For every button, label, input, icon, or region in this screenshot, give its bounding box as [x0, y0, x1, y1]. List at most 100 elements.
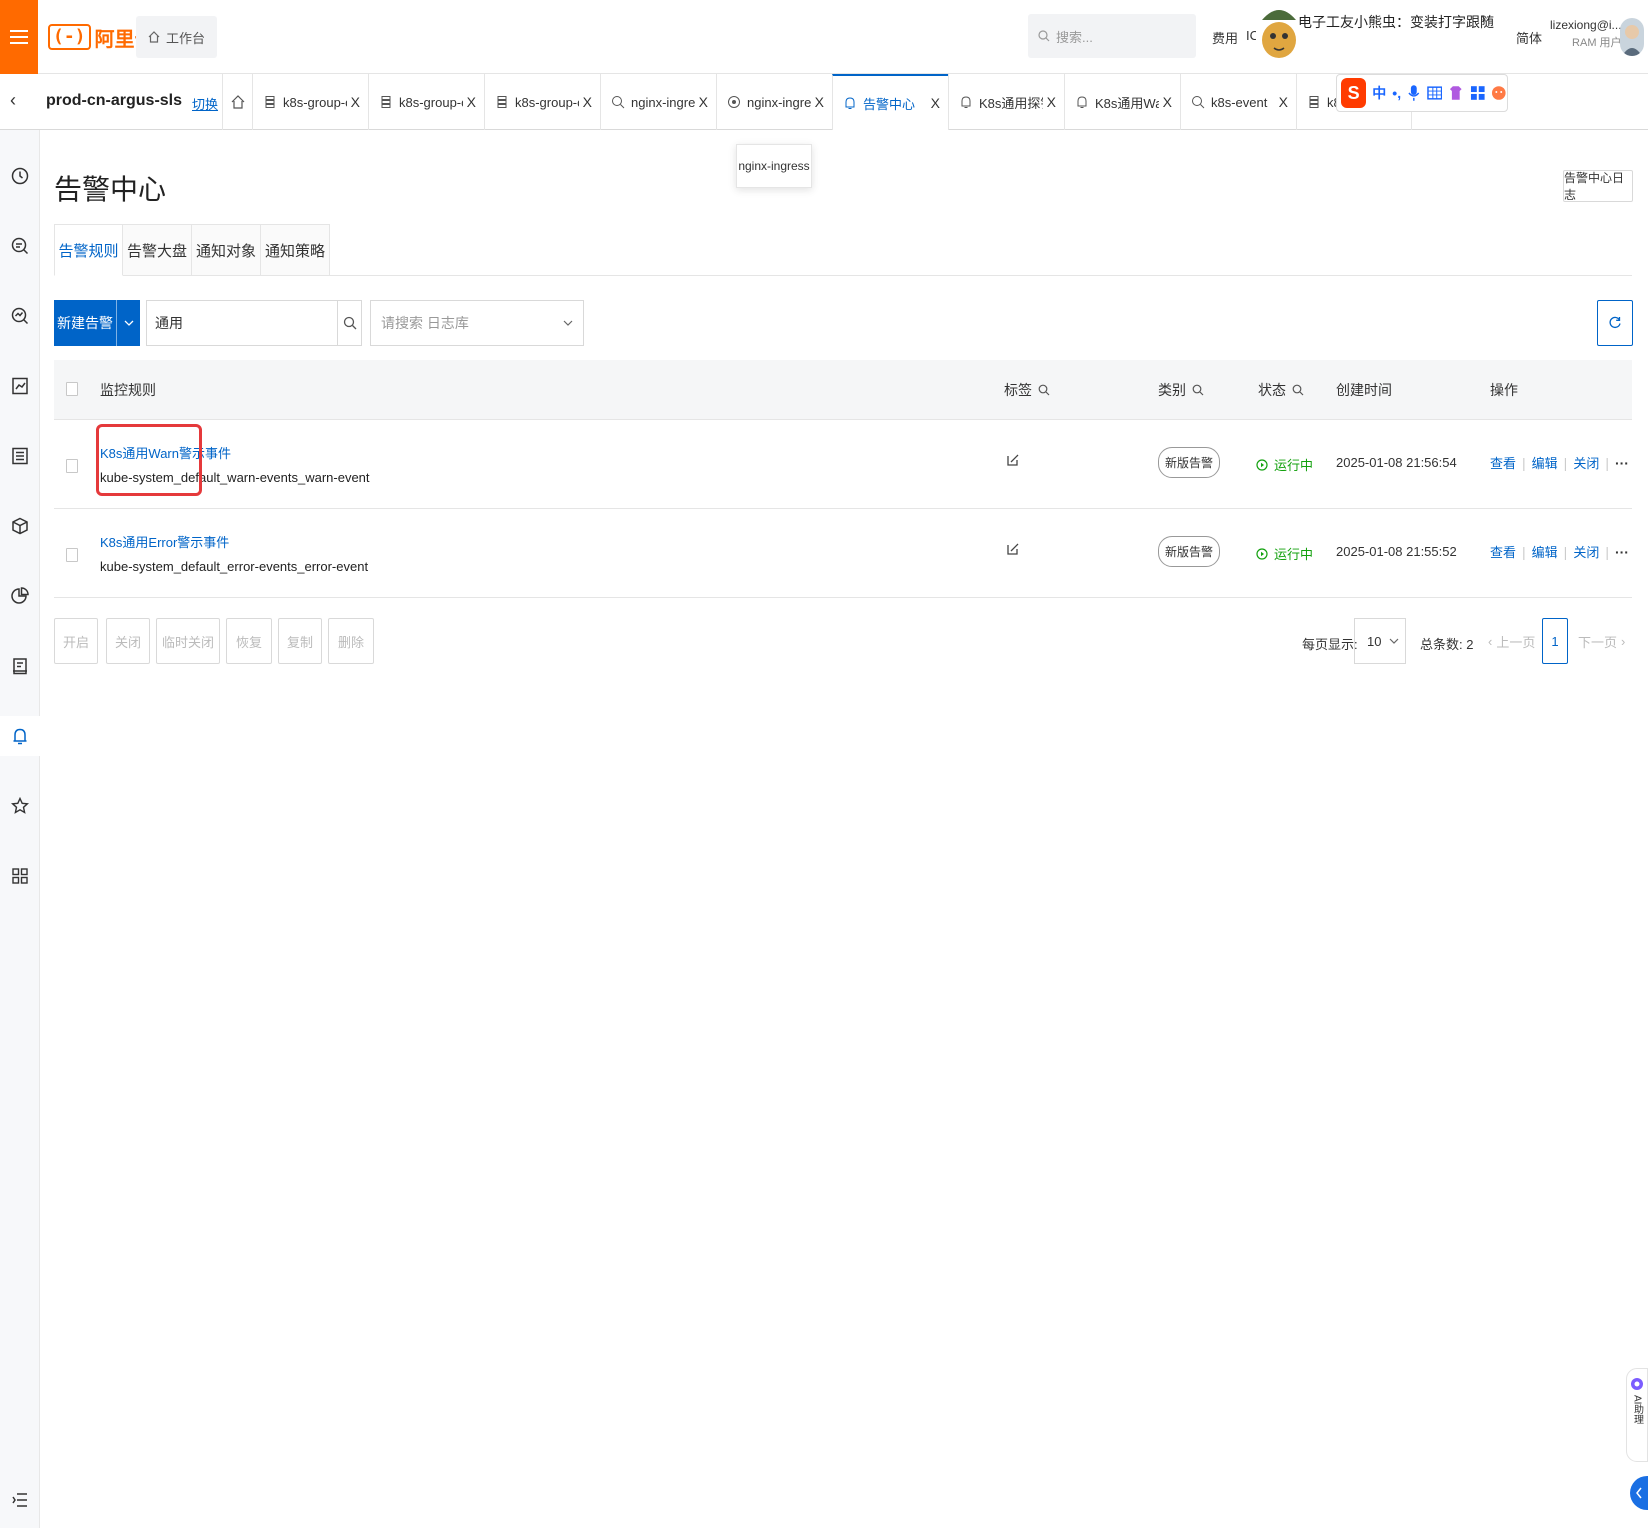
bulk-restore-button[interactable]: 恢复 — [226, 618, 272, 664]
subtab-notify-targets[interactable]: 通知对象 — [192, 224, 261, 276]
row-checkbox[interactable] — [66, 548, 78, 562]
avatar[interactable] — [1620, 18, 1644, 56]
ime-mode[interactable]: 中 — [1372, 83, 1386, 103]
divider: | — [1605, 543, 1609, 560]
close-icon[interactable]: X — [931, 95, 940, 111]
rail-alerts[interactable] — [0, 716, 40, 756]
bulk-disable-button[interactable]: 关闭 — [106, 618, 150, 664]
search-icon[interactable] — [1038, 384, 1050, 396]
tab-nginx-ingress-1[interactable]: nginx-ingress X — [600, 74, 716, 130]
chevron-left-icon[interactable]: ‹ — [10, 90, 16, 111]
tab-nginx-ingress-2[interactable]: nginx-ingress X — [716, 74, 832, 130]
subtab-notify-policies[interactable]: 通知策略 — [261, 224, 330, 276]
rail-dashboard[interactable] — [0, 366, 40, 406]
row-checkbox[interactable] — [66, 459, 78, 473]
view-button[interactable]: 查看 — [1490, 542, 1516, 561]
tab-k8s-group-1[interactable]: k8s-group-c1... X — [252, 74, 368, 130]
page-size-select[interactable]: 10 — [1354, 618, 1406, 664]
rail-logstore[interactable] — [0, 436, 40, 476]
rail-analysis[interactable] — [0, 296, 40, 336]
bulk-copy-button[interactable]: 复制 — [278, 618, 322, 664]
tab-label: nginx-ingress — [747, 94, 811, 110]
refresh-icon — [1609, 316, 1621, 329]
rule-search-input[interactable]: 通用 — [146, 300, 362, 346]
close-icon[interactable]: X — [1279, 94, 1288, 110]
tab-k8s-group-2[interactable]: k8s-group-c1... X — [368, 74, 484, 130]
tab-k8s-group-3[interactable]: k8s-group-c1... X — [484, 74, 600, 130]
search-icon[interactable] — [1192, 384, 1204, 396]
rail-query[interactable] — [0, 226, 40, 266]
edit-button[interactable]: 编辑 — [1532, 542, 1558, 561]
rail-resource[interactable] — [0, 506, 40, 546]
user-menu[interactable]: lizexiong@i... RAM 用户 — [1550, 16, 1622, 52]
aliyun-logo-mark: (-) — [48, 24, 91, 50]
close-button[interactable]: 关闭 — [1573, 453, 1599, 472]
close-button[interactable]: 关闭 — [1573, 542, 1599, 561]
ime-toolbar[interactable]: S 中 •, — [1336, 74, 1508, 112]
next-page-button[interactable]: 下一页 › — [1578, 618, 1625, 664]
new-alert-button[interactable]: 新建告警 — [54, 300, 140, 346]
workbench-button[interactable]: 工作台 — [136, 16, 218, 58]
current-page[interactable]: 1 — [1542, 618, 1568, 664]
rail-apps[interactable] — [0, 856, 40, 896]
search-icon[interactable] — [1292, 384, 1304, 396]
ai-assistant-button[interactable]: AI助理 — [1626, 1368, 1648, 1462]
bulk-temp-disable-button[interactable]: 临时关闭 — [156, 618, 220, 664]
more-icon[interactable]: ··· — [1615, 544, 1629, 560]
rail-pie[interactable] — [0, 576, 40, 616]
rail-recent[interactable] — [0, 156, 40, 196]
edit-tag-icon[interactable] — [1006, 453, 1020, 467]
ime-punct[interactable]: •, — [1392, 85, 1401, 101]
view-button[interactable]: 查看 — [1490, 453, 1516, 472]
logstore-select[interactable]: 请搜索 日志库 — [370, 300, 584, 346]
subtab-alert-dashboard[interactable]: 告警大盘 — [123, 224, 192, 276]
close-icon[interactable]: X — [467, 94, 476, 110]
nav-language[interactable]: 简体 — [1516, 28, 1542, 47]
collapse-panel-button[interactable] — [1630, 1476, 1648, 1510]
rule-search-button[interactable] — [337, 301, 361, 345]
close-icon[interactable]: X — [815, 94, 824, 110]
keyboard-icon[interactable] — [1426, 85, 1443, 101]
tab-k8s-event[interactable]: k8s-event X — [1180, 74, 1296, 130]
subtab-alert-rules[interactable]: 告警规则 — [54, 224, 123, 276]
close-icon[interactable]: X — [351, 94, 360, 110]
global-search-input[interactable]: 搜索... — [1028, 14, 1196, 58]
close-icon[interactable]: X — [583, 94, 592, 110]
close-icon[interactable]: X — [1047, 94, 1056, 110]
edit-tag-icon[interactable] — [1006, 542, 1020, 556]
table-row: K8s通用Warn警示事件 kube-system_default_warn-e… — [54, 421, 1632, 509]
menu-button[interactable] — [0, 0, 38, 74]
nav-fee[interactable]: 费用 — [1212, 28, 1238, 47]
home-tab[interactable] — [222, 74, 252, 130]
rail-tasks[interactable] — [0, 646, 40, 686]
edit-button[interactable]: 编辑 — [1532, 453, 1558, 472]
tab-k8s-probe[interactable]: K8s通用探针-... X — [948, 74, 1064, 130]
rail-collapse[interactable] — [0, 1480, 40, 1520]
prev-page-button[interactable]: ‹ 上一页 — [1488, 618, 1535, 664]
new-alert-dropdown[interactable] — [116, 300, 140, 346]
play-circle-icon — [1256, 547, 1268, 560]
chevron-right-icon: › — [1481, 10, 1486, 26]
notice-banner[interactable]: 电子工友小熊虫：变装打字跟随 › — [1256, 0, 1496, 58]
database-icon — [1309, 96, 1319, 108]
chevron-down-icon — [1389, 638, 1399, 644]
tab-alert-center[interactable]: 告警中心 X — [832, 74, 948, 130]
close-icon[interactable]: X — [699, 94, 708, 110]
microphone-icon[interactable] — [1407, 84, 1421, 102]
notice-text: 电子工友小熊虫：变装打字跟随 — [1298, 14, 1494, 30]
apps-icon[interactable] — [1470, 85, 1486, 101]
select-all-checkbox[interactable] — [66, 382, 78, 396]
alert-center-log-button[interactable]: 告警中心日志 — [1563, 170, 1633, 202]
switch-project-link[interactable]: 切换 — [192, 94, 218, 113]
rail-favorites[interactable] — [0, 786, 40, 826]
bulk-delete-button[interactable]: 删除 — [328, 618, 374, 664]
more-icon[interactable]: ··· — [1615, 455, 1629, 471]
emoji-icon[interactable] — [1491, 85, 1507, 101]
tab-k8s-warn[interactable]: K8s通用Warn... X — [1064, 74, 1180, 130]
rule-name-link[interactable]: K8s通用Error警示事件 — [100, 532, 368, 551]
bulk-enable-button[interactable]: 开启 — [54, 618, 98, 664]
refresh-button[interactable] — [1597, 300, 1633, 346]
skin-icon[interactable] — [1448, 85, 1464, 101]
close-icon[interactable]: X — [1163, 94, 1172, 110]
total-count: 总条数: 2 — [1420, 637, 1474, 652]
